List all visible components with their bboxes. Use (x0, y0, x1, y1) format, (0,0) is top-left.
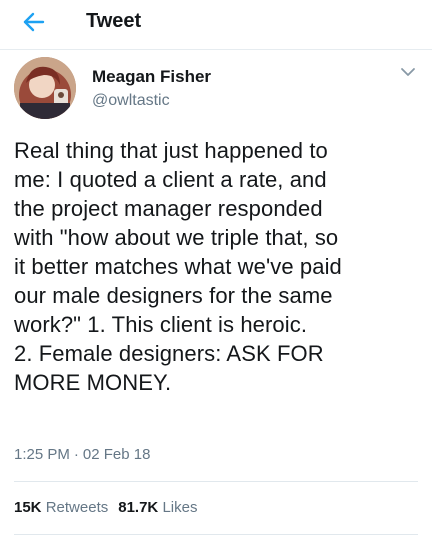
chevron-down-icon[interactable] (398, 64, 418, 80)
avatar[interactable] (14, 57, 76, 119)
divider (14, 481, 418, 482)
author-name[interactable]: Meagan Fisher (92, 67, 211, 87)
arrow-left-icon[interactable] (20, 8, 48, 36)
tweet-time: 1:25 PM (14, 446, 70, 463)
likes-label: Likes (162, 499, 198, 516)
divider (14, 534, 418, 535)
likes-link[interactable]: 81.7K Likes (118, 499, 197, 516)
page-title: Tweet (86, 10, 142, 32)
engagement-stats: 15K Retweets 81.7K Likes (14, 499, 197, 516)
tweet-text: Real thing that just happened to me: I q… (14, 138, 342, 395)
retweets-count: 15K (14, 499, 42, 516)
retweets-link[interactable]: 15K Retweets (14, 499, 108, 516)
retweets-label: Retweets (45, 499, 109, 516)
likes-count: 81.7K (118, 499, 159, 516)
tweet-date: 02 Feb 18 (82, 446, 151, 463)
tweet-timestamp: 1:25 PM · 02 Feb 18 (14, 446, 150, 463)
timestamp-separator: · (73, 446, 79, 463)
author-handle[interactable]: @owltastic (92, 92, 170, 110)
top-bar: Tweet (0, 0, 432, 50)
